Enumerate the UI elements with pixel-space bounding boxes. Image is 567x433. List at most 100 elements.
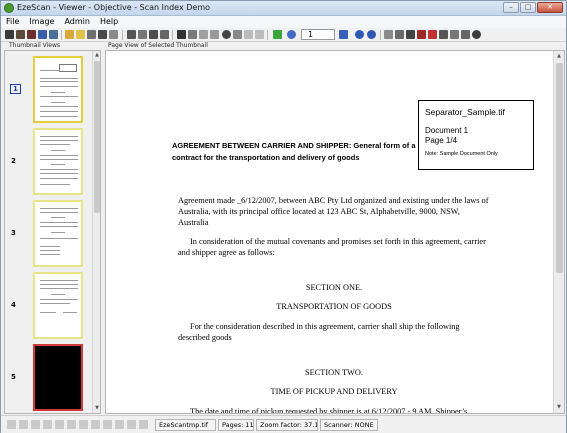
next-page-icon[interactable] [339,30,348,39]
crop-icon[interactable] [188,30,197,39]
thumbnail-item[interactable]: 1 [5,53,93,125]
pen-icon[interactable] [417,30,426,39]
thumbnail-number: 1 [10,84,21,94]
status-zoom: Zoom factor: 37.11% [256,419,318,431]
page-view-scrollbar[interactable]: ▲ ▼ [553,51,564,413]
rotate-icon[interactable] [210,30,219,39]
document-heading: AGREEMENT BETWEEN CARRIER AND SHIPPER: G… [172,141,416,162]
page-view-pane[interactable]: Separator_Sample.tif Document 1 Page 1/4… [105,50,565,414]
open-icon[interactable] [65,30,74,39]
properties-icon[interactable] [461,30,470,39]
separator-label-box: Separator_Sample.tif Document 1 Page 1/4… [418,100,534,170]
redact-tool-icon[interactable] [139,420,148,429]
open-folder-icon[interactable] [49,30,58,39]
separator-page: Page 1/4 [425,136,458,145]
paste-icon[interactable] [138,30,147,39]
undo-icon[interactable] [244,30,253,39]
thumbnail-image[interactable] [33,128,83,195]
pointer-tool-icon[interactable] [7,420,16,429]
menu-admin[interactable]: Admin [59,16,95,28]
thumbnail-item[interactable]: 3 [5,197,93,269]
scroll-down-arrow-icon[interactable]: ▼ [556,404,562,410]
prev-page-icon[interactable] [287,30,296,39]
thumbnail-number: 4 [11,301,16,309]
barcode-icon[interactable] [177,30,186,39]
paragraph-agreement: Agreement made _6/12/2007, between ABC P… [178,196,489,227]
stamp-tool-icon[interactable] [115,420,124,429]
despeckle-icon[interactable] [233,30,242,39]
thumbnail-image[interactable] [33,344,83,411]
scan-options-icon[interactable] [16,30,25,39]
delete-icon[interactable] [109,30,118,39]
paragraph-consideration: In consideration of the mutual covenants… [178,237,486,257]
ezescan-logo-icon [4,3,14,13]
stamp-icon[interactable] [439,30,448,39]
highlight-tool-icon[interactable] [103,420,112,429]
thumbnail-item[interactable]: 4 [5,269,93,341]
section-two-heading: SECTION TWO. [305,368,363,377]
separator-filename: Separator_Sample.tif [425,107,505,117]
section-two-title: TIME OF PICKUP AND DELIVERY [270,387,398,396]
lasso-tool-icon[interactable] [19,420,28,429]
scrollbar-thumb[interactable] [556,63,563,273]
redo-icon[interactable] [255,30,264,39]
new-icon[interactable] [38,30,47,39]
contrast-icon[interactable] [222,30,231,39]
maximize-button[interactable]: □ [520,2,536,13]
status-filename: EzeScantmp.tif [155,419,216,431]
page-number-field[interactable]: 1 [301,29,335,40]
flag-icon[interactable] [273,30,282,39]
section-one-heading: SECTION ONE. [305,283,363,292]
thumbnail-image[interactable] [33,272,83,339]
settings-icon[interactable] [472,30,481,39]
arrow-tool-icon[interactable] [79,420,88,429]
note-icon[interactable] [450,30,459,39]
deskew-icon[interactable] [199,30,208,39]
scan-settings-icon[interactable] [27,30,36,39]
print-icon[interactable] [87,30,96,39]
thumbnail-number: 2 [11,157,16,165]
thumbnail-scrollbar[interactable]: ▲ ▼ [92,51,100,413]
thumbnail-item[interactable]: 5 [5,341,93,413]
menu-bar: File Image Admin Help [1,16,566,28]
thumbnail-image[interactable] [33,200,83,267]
fit-page-icon[interactable] [395,30,404,39]
title-bar: EzeScan - Viewer - Objective - Scan Inde… [1,1,566,16]
ocr-icon[interactable] [406,30,415,39]
thumbnail-item[interactable]: 2 [5,125,93,197]
rectangle-tool-icon[interactable] [55,420,64,429]
ellipse-tool-icon[interactable] [67,420,76,429]
note-tool-icon[interactable] [127,420,136,429]
scroll-up-arrow-icon[interactable]: ▲ [556,53,562,59]
scanner-icon[interactable] [98,30,107,39]
status-bar: EzeScantmp.tif Pages: 11 Zoom factor: 37… [1,415,566,433]
thumbnail-pane[interactable]: 1 2 3 4 5 ▲ ▼ [4,50,101,414]
line-tool-icon[interactable] [43,420,52,429]
menu-help[interactable]: Help [95,16,123,28]
menu-image[interactable]: Image [24,16,59,28]
minimize-button[interactable]: – [503,2,519,13]
scan-icon[interactable] [5,30,14,39]
split-icon[interactable] [160,30,169,39]
status-scanner: Scanner: NONE [320,419,378,431]
thumbnail-number: 3 [11,229,16,237]
paragraph-pickup: The date and time of pickup requested by… [190,407,468,414]
toolbar: 1 [1,28,566,42]
scroll-up-arrow-icon[interactable]: ▲ [94,52,100,58]
zoom-out-icon[interactable] [367,30,376,39]
fit-width-icon[interactable] [384,30,393,39]
thumbnail-image[interactable] [33,56,83,123]
menu-file[interactable]: File [1,16,24,28]
separator-note: Note: Sample Document Only [425,151,498,157]
zoom-in-icon[interactable] [355,30,364,39]
close-button[interactable]: ✕ [537,2,563,13]
text-tool-icon[interactable] [91,420,100,429]
merge-icon[interactable] [149,30,158,39]
page-view-label: Page View of Selected Thumbnail [108,42,208,49]
scroll-down-arrow-icon[interactable]: ▼ [94,405,100,411]
copy-icon[interactable] [127,30,136,39]
pen-tool-icon[interactable] [31,420,40,429]
highlight-icon[interactable] [428,30,437,39]
save-icon[interactable] [76,30,85,39]
scrollbar-thumb[interactable] [94,61,100,213]
